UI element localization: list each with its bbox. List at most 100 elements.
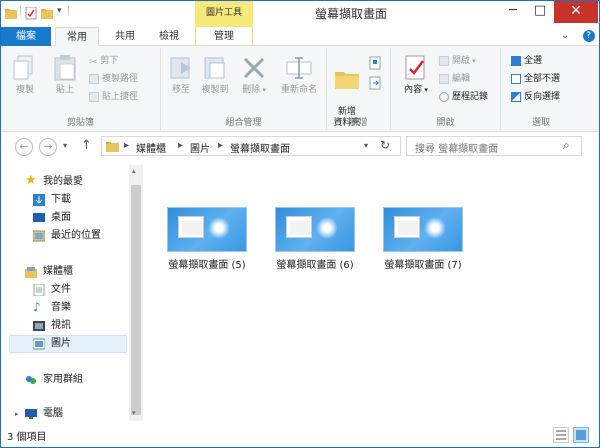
tab-file[interactable]: 檔案 (1, 27, 51, 46)
music-note-icon: ♪ (33, 300, 41, 314)
tab-home[interactable]: 常用 (55, 27, 99, 47)
title-bar: | ▾ | 圖片工具 螢幕擷取畫面 ─ □ ✕ (1, 1, 599, 27)
open-icon (439, 55, 449, 66)
tab-view[interactable]: 檢視 (149, 27, 189, 46)
new-item-icon[interactable] (369, 56, 385, 70)
edit-icon (439, 73, 449, 84)
nav-documents[interactable]: 文件 (11, 281, 71, 299)
group-organize: 移至 複製到 刪除 ▾ 重新命名 組合管理 (161, 48, 327, 130)
select-all-button[interactable]: 全選 (511, 54, 542, 68)
scissors-icon: ✂ (89, 56, 98, 68)
videos-icon (33, 321, 45, 331)
qat-customize-icon[interactable]: ▾ (57, 6, 62, 16)
paste-shortcut-button[interactable]: 貼上捷徑 (89, 90, 138, 104)
open-button[interactable]: 開啟 ▾ (439, 54, 476, 68)
file-item[interactable]: 螢幕擷取畫面 (5) (161, 205, 253, 271)
nav-scrollbar[interactable]: ▴ ▾ (129, 165, 143, 421)
chevron-down-icon[interactable]: ⌄ (561, 30, 569, 41)
copy-icon (13, 55, 33, 80)
nav-recent[interactable]: 最近的位置 (11, 227, 101, 245)
edit-button[interactable]: 編輯 (439, 72, 470, 86)
minimize-button[interactable]: ─ (499, 1, 527, 23)
tab-manage[interactable]: 管理 (195, 27, 253, 46)
delete-icon (243, 57, 265, 79)
breadcrumb-pictures[interactable]: 圖片 (190, 140, 210, 155)
recent-locations-icon[interactable]: ▾ (63, 141, 67, 150)
move-to-icon (170, 57, 191, 79)
qat-divider: | (19, 5, 23, 16)
file-item[interactable]: 螢幕擷取畫面 (7) (377, 205, 469, 271)
easy-access-icon[interactable] (369, 76, 385, 90)
nav-computer[interactable]: ▸ 電腦 (11, 405, 63, 423)
scroll-down-icon[interactable]: ▾ (132, 409, 136, 417)
group-new: 新增 資料夾 新增 (327, 48, 391, 130)
breadcrumb-libraries[interactable]: 媒體櫃 (136, 140, 166, 155)
search-input[interactable]: 搜尋 螢幕擷取畫面 ⌕ (406, 136, 582, 156)
group-label-new: 新增 (349, 118, 368, 128)
large-icons-view-icon (576, 430, 586, 440)
rename-button[interactable]: 重新命名 (275, 54, 323, 96)
ribbon: 複製 貼上 ✂ 剪下 複製路徑 貼上捷徑 剪貼簿 移至 複製到 刪除 ▾ 重新命… (1, 46, 599, 132)
nav-pictures[interactable]: 圖片 (11, 335, 71, 353)
invert-selection-button[interactable]: 反向選擇 (511, 90, 560, 104)
pictures-icon (33, 338, 45, 350)
history-icon (439, 91, 449, 102)
new-folder-icon (335, 72, 359, 89)
nav-homegroup[interactable]: 家用群組 (11, 371, 83, 389)
details-view-button[interactable] (553, 427, 569, 443)
folder-icon (5, 9, 17, 19)
breadcrumb-separator: ▸ (218, 140, 224, 151)
maximize-button[interactable]: □ (526, 1, 554, 23)
move-to-button[interactable]: 移至 (163, 54, 199, 96)
address-dropdown-icon[interactable]: ▾ (364, 141, 368, 150)
delete-button[interactable]: 刪除 ▾ (237, 54, 271, 96)
address-bar[interactable]: ▸ 媒體櫃 ▸ 圖片 ▸ 螢幕擷取畫面 ▾ ↻ (101, 136, 401, 156)
forward-button[interactable]: → (39, 138, 57, 156)
arrow-up-icon[interactable]: ↑ (81, 138, 92, 153)
nav-videos[interactable]: 視訊 (11, 317, 71, 335)
file-name: 螢幕擷取畫面 (5) (168, 260, 246, 271)
properties-button[interactable]: 內容 ▾ (399, 54, 433, 96)
ribbon-tabs: 檔案 常用 共用 檢視 管理 ⌄ ? (1, 27, 599, 47)
close-button[interactable]: ✕ (554, 1, 598, 23)
copy-path-button[interactable]: 複製路徑 (89, 72, 138, 86)
nav-libraries[interactable]: 媒體櫃 (11, 263, 73, 281)
qat-divider: | (67, 5, 71, 16)
tab-share[interactable]: 共用 (105, 27, 145, 46)
properties-icon (405, 55, 425, 80)
image-thumbnail (275, 207, 355, 252)
back-button[interactable]: ← (15, 138, 33, 156)
breadcrumb-current[interactable]: 螢幕擷取畫面 (230, 140, 290, 155)
nav-favorites[interactable]: ★ 我的最愛 (11, 173, 83, 191)
address-row: ← → ▾ ↑ ▸ 媒體櫃 ▸ 圖片 ▸ 螢幕擷取畫面 ▾ ↻ 搜尋 螢幕擷取畫… (1, 135, 599, 159)
help-icon[interactable]: ? (582, 30, 595, 42)
scroll-up-icon[interactable]: ▴ (132, 167, 136, 175)
cut-button[interactable]: ✂ 剪下 (89, 54, 118, 68)
arrow-right-icon: → (43, 140, 53, 153)
copy-to-button[interactable]: 複製到 (197, 54, 233, 96)
nav-music[interactable]: ♪ 音樂 (11, 299, 71, 317)
image-thumbnail (383, 207, 463, 252)
paste-button[interactable]: 貼上 (47, 54, 83, 96)
desktop-icon (33, 213, 45, 222)
nav-downloads[interactable]: 下載 (11, 191, 71, 209)
history-button[interactable]: 歷程記錄 (439, 90, 488, 104)
group-label-select: 選取 (531, 118, 550, 128)
select-none-button[interactable]: 全部不選 (511, 72, 560, 86)
properties-icon[interactable] (25, 7, 37, 20)
new-folder-icon[interactable] (41, 7, 53, 20)
file-item[interactable]: 螢幕擷取畫面 (6) (269, 205, 361, 271)
refresh-icon[interactable]: ↻ (380, 138, 390, 152)
window-title: 螢幕擷取畫面 (314, 7, 387, 21)
status-bar: 3 個項目 (1, 425, 599, 447)
large-icons-view-button[interactable] (573, 427, 589, 443)
invert-selection-icon (511, 91, 521, 102)
computer-icon (25, 409, 37, 419)
breadcrumb-separator: ▸ (178, 140, 184, 151)
scrollbar-thumb[interactable] (131, 185, 141, 415)
nav-desktop[interactable]: 桌面 (11, 209, 71, 227)
copy-button[interactable]: 複製 (7, 54, 43, 96)
select-none-icon (511, 73, 521, 84)
group-label-organize: 組合管理 (225, 118, 262, 128)
expand-arrow-icon[interactable]: ▸ (15, 405, 19, 423)
